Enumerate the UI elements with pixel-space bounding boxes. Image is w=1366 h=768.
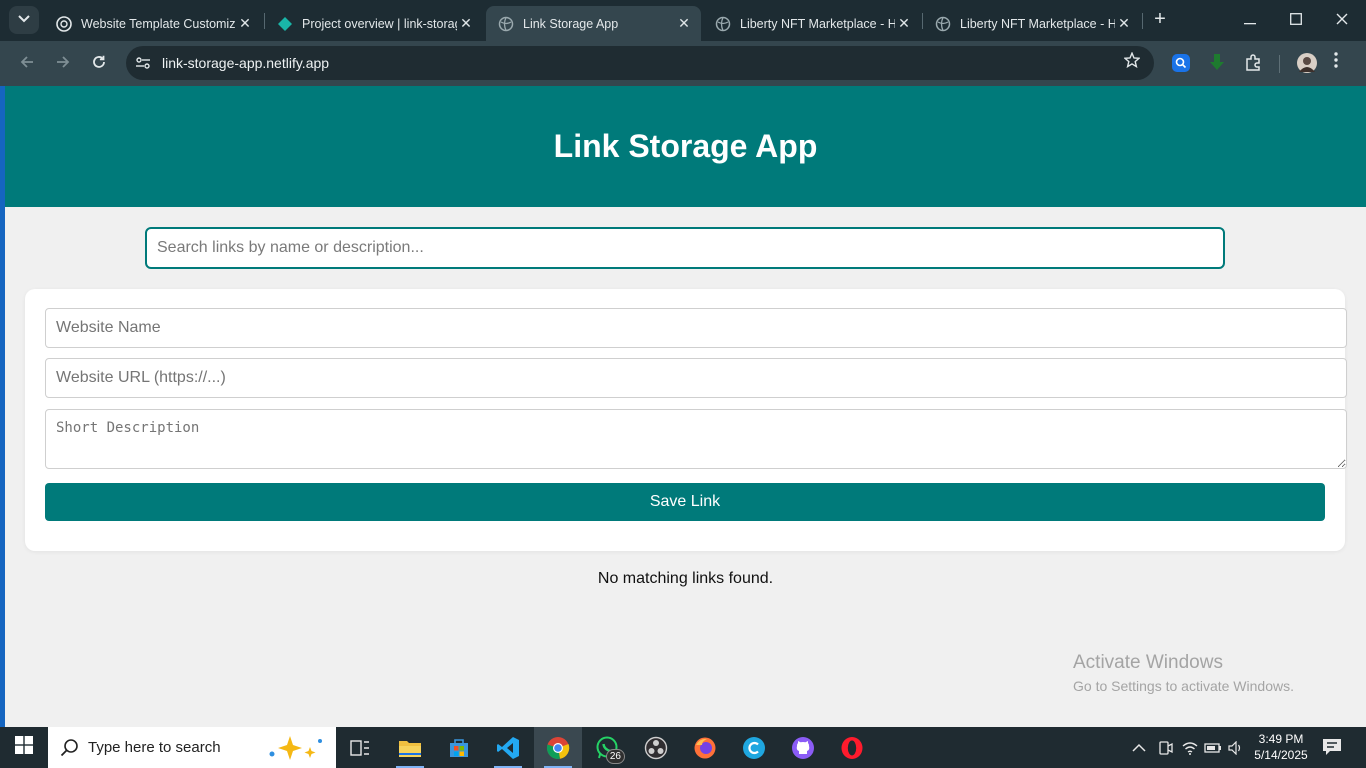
firefox-icon[interactable] xyxy=(681,727,729,768)
show-hidden-icons[interactable] xyxy=(1132,727,1146,768)
save-link-button[interactable]: Save Link xyxy=(45,483,1325,521)
new-tab-button[interactable]: + xyxy=(1148,8,1172,32)
notification-center-icon[interactable] xyxy=(1322,738,1342,761)
tab-title: Liberty NFT Marketplace - H xyxy=(960,16,1115,31)
page-title: Link Storage App xyxy=(553,128,818,164)
taskbar-clock[interactable]: 3:49 PM 5/14/2025 xyxy=(1250,731,1312,763)
tab-liberty-nft-2[interactable]: Liberty NFT Marketplace - H ✕ xyxy=(923,6,1141,41)
clock-date: 5/14/2025 xyxy=(1254,748,1308,762)
search-input[interactable] xyxy=(145,227,1225,269)
minimize-icon xyxy=(1244,12,1256,29)
app-header: Link Storage App xyxy=(5,86,1366,207)
close-icon[interactable]: ✕ xyxy=(236,15,254,32)
website-url-field[interactable] xyxy=(45,358,1347,398)
globe-icon xyxy=(498,16,514,32)
meet-now-icon[interactable] xyxy=(1157,727,1173,768)
tab-project-overview[interactable]: Project overview | link-storag ✕ xyxy=(265,6,483,41)
copilot-sparkle-icon[interactable] xyxy=(266,735,326,766)
search-icon xyxy=(60,738,80,758)
arrow-left-icon xyxy=(20,54,34,74)
tab-search-button[interactable] xyxy=(9,6,39,34)
forward-button[interactable] xyxy=(50,51,76,77)
watermark-subtitle: Go to Settings to activate Windows. xyxy=(1073,678,1294,694)
start-button[interactable] xyxy=(0,727,48,768)
more-menu-icon[interactable] xyxy=(1334,52,1338,73)
watermark-title: Activate Windows xyxy=(1073,652,1223,673)
microsoft-store-icon[interactable] xyxy=(435,727,483,768)
whatsapp-icon[interactable]: 26 xyxy=(583,727,631,768)
browser-tab-strip: Website Template Customiza ✕ Project ove… xyxy=(0,0,1366,41)
chrome-icon[interactable] xyxy=(534,727,582,768)
volume-icon[interactable] xyxy=(1228,727,1244,768)
tab-link-storage-app[interactable]: Link Storage App ✕ xyxy=(486,6,701,41)
wifi-icon[interactable] xyxy=(1182,727,1198,768)
reload-button[interactable] xyxy=(86,51,112,77)
taskbar: Type here to search 26 3:49 PM 5/14/2025 xyxy=(0,727,1366,768)
canva-icon[interactable] xyxy=(730,727,778,768)
tab-title: Website Template Customiza xyxy=(81,16,236,31)
task-view-icon[interactable] xyxy=(336,727,384,768)
whatsapp-unread-badge: 26 xyxy=(605,749,625,764)
extension-download-icon[interactable] xyxy=(1207,53,1227,73)
netlify-icon xyxy=(277,16,293,32)
github-icon[interactable] xyxy=(779,727,827,768)
add-link-form: Save Link xyxy=(25,289,1347,551)
opera-icon[interactable] xyxy=(828,727,876,768)
windows-logo-icon xyxy=(15,736,33,759)
window-close-button[interactable] xyxy=(1319,0,1365,40)
description-field[interactable] xyxy=(45,409,1347,469)
maximize-icon xyxy=(1290,12,1302,29)
toolbar-divider xyxy=(1279,55,1280,73)
close-icon[interactable]: ✕ xyxy=(895,15,913,32)
chevron-down-icon xyxy=(18,14,30,26)
reload-icon xyxy=(92,54,106,74)
file-explorer-icon[interactable] xyxy=(386,727,434,768)
arrow-right-icon xyxy=(56,54,70,74)
tab-website-template[interactable]: Website Template Customiza ✕ xyxy=(44,6,262,41)
obs-icon[interactable] xyxy=(632,727,680,768)
tab-title: Liberty NFT Marketplace - H xyxy=(740,16,895,31)
profile-avatar[interactable] xyxy=(1297,53,1317,73)
taskbar-search-box[interactable]: Type here to search xyxy=(48,727,336,768)
site-settings-icon[interactable] xyxy=(135,55,151,71)
clock-time: 3:49 PM xyxy=(1258,732,1304,746)
close-icon[interactable]: ✕ xyxy=(675,15,693,32)
globe-icon xyxy=(715,16,731,32)
extensions-puzzle-icon[interactable] xyxy=(1243,53,1263,73)
back-button[interactable] xyxy=(14,51,40,77)
activate-windows-watermark: Activate Windows Go to Settings to activ… xyxy=(1073,652,1294,694)
tab-title: Link Storage App xyxy=(523,16,619,31)
tab-divider xyxy=(1142,13,1143,29)
page-viewport: Link Storage App Save Link No matching l… xyxy=(5,86,1366,727)
website-name-field[interactable] xyxy=(45,308,1347,348)
extension-lens-icon[interactable] xyxy=(1171,53,1191,73)
close-icon[interactable]: ✕ xyxy=(1115,15,1133,32)
browser-toolbar: link-storage-app.netlify.app xyxy=(0,41,1366,86)
globe-icon xyxy=(935,16,951,32)
battery-icon[interactable] xyxy=(1204,727,1222,768)
empty-state-message: No matching links found. xyxy=(597,570,774,587)
tab-liberty-nft-1[interactable]: Liberty NFT Marketplace - H ✕ xyxy=(703,6,921,41)
vscode-icon[interactable] xyxy=(484,727,532,768)
taskbar-search-text: Type here to search xyxy=(88,739,221,756)
url-text[interactable]: link-storage-app.netlify.app xyxy=(162,55,329,71)
maximize-button[interactable] xyxy=(1273,0,1319,40)
minimize-button[interactable] xyxy=(1227,0,1273,40)
close-icon[interactable]: ✕ xyxy=(457,15,475,32)
address-bar[interactable]: link-storage-app.netlify.app xyxy=(126,46,1154,80)
bookmark-star-icon[interactable] xyxy=(1123,51,1141,73)
openai-icon xyxy=(56,15,72,32)
close-icon xyxy=(1336,12,1348,29)
tab-title: Project overview | link-storag xyxy=(302,16,457,31)
